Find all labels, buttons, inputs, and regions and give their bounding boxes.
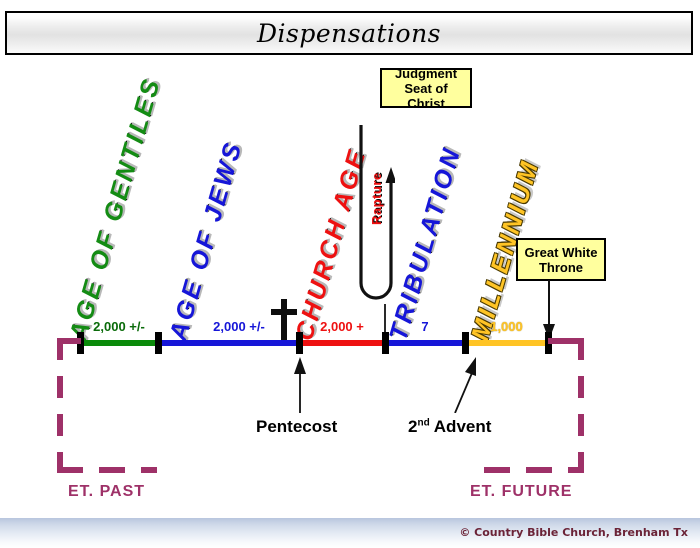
bracket-future-vertical	[578, 338, 584, 473]
timeline-tick-2	[296, 332, 303, 354]
cross-icon-horizontal	[271, 309, 297, 315]
slide-title-bar: Dispensations	[5, 11, 693, 55]
duration-label-church: 2,000 +	[320, 319, 364, 334]
second-advent-arrow	[452, 357, 482, 418]
timeline-segment-church	[299, 340, 386, 346]
callout-judgment-line1: Judgment	[394, 65, 458, 81]
timeline-segment-tribulation	[385, 340, 466, 346]
footer-bar: © Country Bible Church, Brenham Tx	[0, 518, 700, 548]
callout-judgment-line2: Seat of Christ	[404, 80, 448, 111]
bracket-label-et-past: ET. PAST	[68, 483, 146, 500]
timeline-segment-millennium	[465, 340, 549, 346]
timeline-segment-jews	[158, 340, 300, 346]
duration-label-tribulation: 7	[421, 319, 429, 334]
bracket-past-bottom	[57, 467, 157, 473]
callout-judgment-text: Judgment Seat of Christ	[386, 66, 466, 111]
era-title-age-of-jews: AGE OF JEWS	[164, 137, 248, 344]
callout-throne-line2: Throne	[538, 259, 584, 275]
callout-throne-text: Great White Throne	[525, 245, 598, 275]
callout-throne-line1: Great White	[524, 244, 598, 260]
rapture-label: Rapture	[369, 172, 384, 225]
pentecost-arrow	[292, 357, 308, 418]
timeline-tick-1	[155, 332, 162, 354]
timeline-tick-4	[462, 332, 469, 354]
duration-label-millennium: 1,000	[490, 319, 523, 334]
second-advent-ordinal: nd	[417, 417, 430, 429]
bracket-future-bottom	[484, 467, 584, 473]
era-title-age-of-gentiles: AGE OF GENTILES	[64, 73, 167, 344]
duration-label-jews: 2,000 +/-	[213, 319, 265, 334]
callout-great-white-throne: Great White Throne	[516, 238, 606, 281]
page-title: Dispensations	[256, 18, 442, 48]
footer-credit: © Country Bible Church, Brenham Tx	[459, 526, 688, 539]
callout-judgment-seat-of-christ: Judgment Seat of Christ	[380, 66, 472, 111]
bracket-label-et-future: ET. FUTURE	[470, 483, 573, 500]
timeline-segment-gentiles	[80, 340, 159, 346]
event-label-second-advent: 2nd Advent	[408, 417, 491, 437]
second-advent-word: Advent	[429, 417, 492, 436]
event-label-pentecost: Pentecost	[256, 417, 338, 436]
bracket-past-vertical	[57, 338, 63, 473]
timeline-tick-3	[382, 332, 389, 354]
era-title-tribulation: TRIBULATION	[384, 143, 467, 344]
dispensations-timeline-diagram: AGE OF GENTILES AGE OF JEWS CHURCH AGE T…	[0, 55, 700, 510]
duration-label-gentiles: 2,000 +/-	[93, 319, 145, 334]
